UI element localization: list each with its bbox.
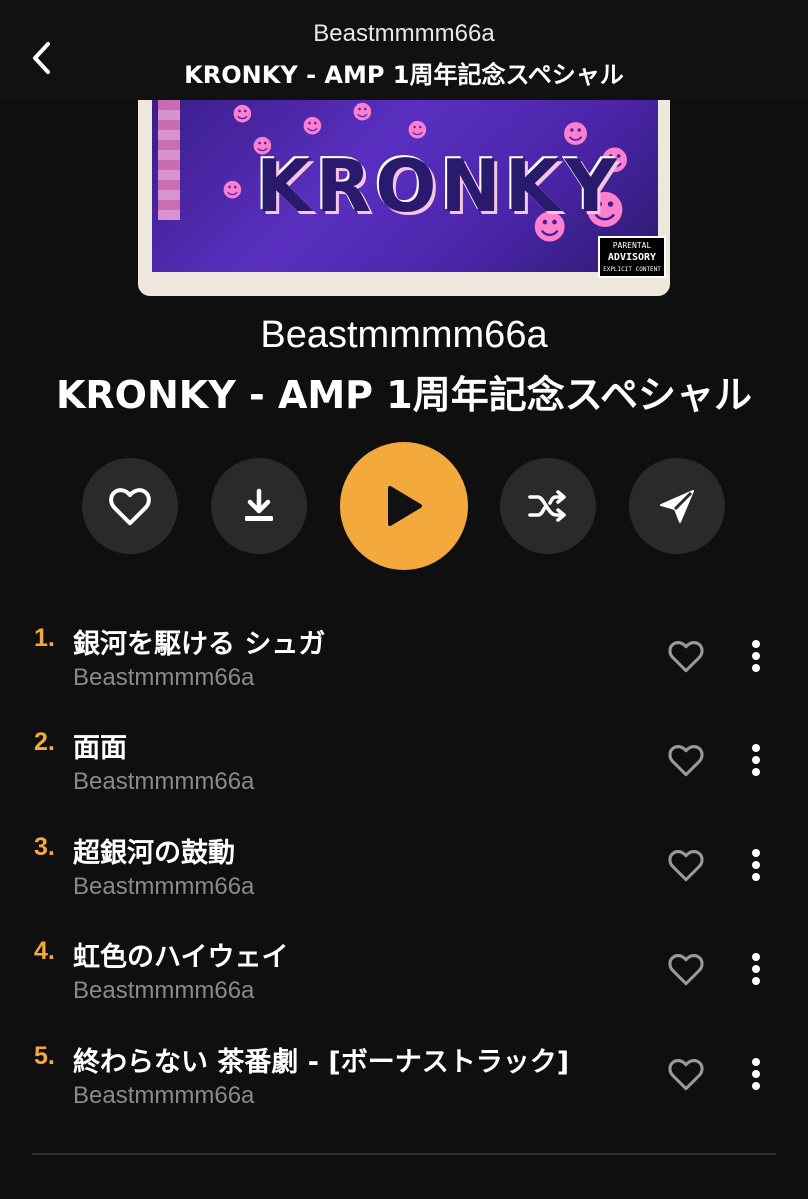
track-favorite-button[interactable] <box>664 738 708 782</box>
shuffle-icon <box>528 490 566 522</box>
track-title: 超銀河の鼓動 <box>73 838 235 869</box>
heart-outline-icon <box>668 641 704 673</box>
devil-icon: ☻ <box>407 118 428 142</box>
devil-icon: ☻ <box>302 114 323 138</box>
action-bar <box>0 442 808 570</box>
track-title: 終わらない 茶番劇 - [ボーナストラック] <box>73 1047 570 1078</box>
share-button[interactable] <box>629 458 725 554</box>
advisory-line: PARENTAL <box>612 241 652 250</box>
divider <box>32 1153 776 1155</box>
track-favorite-button[interactable] <box>664 843 708 887</box>
heart-outline-icon <box>668 954 704 986</box>
heart-outline-icon <box>668 745 704 777</box>
track-more-button[interactable] <box>738 736 774 784</box>
track-row[interactable]: 4. 虹色のハイウェイ Beastmmmm66a <box>0 931 808 1035</box>
header-artist: Beastmmmm66a <box>313 20 495 47</box>
favorite-button[interactable] <box>82 458 178 554</box>
track-row[interactable]: 3. 超銀河の鼓動 Beastmmmm66a <box>0 827 808 931</box>
parental-advisory-label: PARENTAL ADVISORY EXPLICIT CONTENT <box>598 236 666 278</box>
heart-outline-icon <box>668 850 704 882</box>
play-button[interactable] <box>340 442 468 570</box>
track-number: 4. <box>34 937 55 965</box>
track-title: 面面 <box>73 733 127 764</box>
heart-outline-icon <box>668 1059 704 1091</box>
header-album-title: KRONKY - AMP 1周年記念スペシャル <box>184 61 624 89</box>
track-more-button[interactable] <box>738 841 774 889</box>
track-artist: Beastmmmm66a <box>73 873 255 900</box>
shuffle-button[interactable] <box>500 458 596 554</box>
track-number: 1. <box>34 624 55 652</box>
track-title: 銀河を駆ける シュガ <box>73 629 326 660</box>
more-vertical-icon <box>752 1058 760 1090</box>
advisory-line: EXPLICIT CONTENT <box>603 266 661 273</box>
album-title: KRONKY - AMP 1周年記念スペシャル <box>55 373 753 417</box>
devil-icon: ☻ <box>232 102 253 126</box>
cover-artwork: ☻ ☻ ☻ ☻ ☻ ☻ ☻ ☻ ☻ ☻ KRONKY PARENTAL ADVI… <box>152 100 666 278</box>
devil-icon: ☻ <box>352 100 373 124</box>
send-icon <box>660 490 694 523</box>
track-row[interactable]: 1. 銀河を駆ける シュガ Beastmmmm66a <box>0 618 808 722</box>
track-row[interactable]: 5. 終わらない 茶番劇 - [ボーナストラック] Beastmmmm66a <box>0 1036 808 1140</box>
track-title: 虹色のハイウェイ <box>73 942 289 973</box>
track-row[interactable]: 2. 面面 Beastmmmm66a <box>0 722 808 826</box>
track-favorite-button[interactable] <box>664 947 708 991</box>
album-cover: ☻ ☻ ☻ ☻ ☻ ☻ ☻ ☻ ☻ ☻ KRONKY PARENTAL ADVI… <box>138 100 670 296</box>
more-vertical-icon <box>752 849 760 881</box>
more-vertical-icon <box>752 640 760 672</box>
track-artist: Beastmmmm66a <box>73 1082 255 1109</box>
track-more-button[interactable] <box>738 945 774 993</box>
track-more-button[interactable] <box>738 1050 774 1098</box>
album-artist[interactable]: Beastmmmm66a <box>0 314 808 357</box>
play-icon <box>388 486 422 526</box>
more-vertical-icon <box>752 953 760 985</box>
cover-stripe <box>158 100 180 220</box>
download-button[interactable] <box>211 458 307 554</box>
heart-outline-icon <box>109 488 151 526</box>
track-artist: Beastmmmm66a <box>73 977 255 1004</box>
top-bar: Beastmmmm66a KRONKY - AMP 1周年記念スペシャル <box>0 0 808 100</box>
track-artist: Beastmmmm66a <box>73 768 255 795</box>
devil-icon: ☻ <box>222 178 243 202</box>
track-more-button[interactable] <box>738 632 774 680</box>
track-number: 5. <box>34 1042 55 1070</box>
advisory-line: ADVISORY <box>607 252 657 263</box>
track-number: 2. <box>34 728 55 756</box>
more-vertical-icon <box>752 744 760 776</box>
track-favorite-button[interactable] <box>664 1052 708 1096</box>
cover-title: KRONKY <box>256 144 621 228</box>
track-favorite-button[interactable] <box>664 634 708 678</box>
track-number: 3. <box>34 833 55 861</box>
track-artist: Beastmmmm66a <box>73 664 255 691</box>
download-icon <box>245 488 273 521</box>
